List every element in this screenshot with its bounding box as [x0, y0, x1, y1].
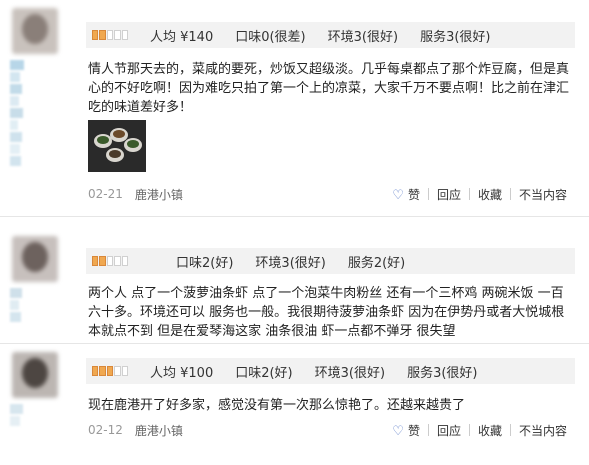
- report-button[interactable]: 不当内容: [511, 422, 575, 439]
- review-text: 现在鹿港开了好多家，感觉没有第一次那么惊艳了。还越来越贵了: [88, 398, 466, 413]
- environment-rating: 环境3(很好): [314, 365, 386, 381]
- taste-rating: 口味2(好): [176, 255, 234, 271]
- like-label: 赞: [407, 423, 420, 438]
- rating-bar: 口味2(好) 环境3(很好) 服务2(好): [86, 248, 575, 274]
- blurred-username: [10, 288, 26, 324]
- review-photo[interactable]: [88, 120, 146, 172]
- service-rating: 服务3(很好): [420, 29, 491, 45]
- shop-link[interactable]: 鹿港小镇: [135, 422, 183, 439]
- star-rating: [92, 30, 129, 40]
- taste-rating: 口味2(好): [235, 365, 293, 381]
- like-label: 赞: [407, 187, 420, 202]
- heart-icon: ♡: [392, 423, 404, 439]
- report-button[interactable]: 不当内容: [511, 186, 575, 203]
- review-actions: ♡ 赞 回应 收藏 不当内容: [384, 422, 575, 439]
- service-rating: 服务2(好): [347, 255, 406, 271]
- blurred-username: [10, 60, 26, 168]
- rating-bar: 人均 ¥100 口味2(好) 环境3(很好) 服务3(很好): [86, 358, 575, 384]
- heart-icon: ♡: [392, 187, 404, 203]
- review-text: 情人节那天去的，菜咸的要死，炒饭又超级淡。几乎每桌都点了那个炸豆腐，但是真心的不…: [88, 62, 570, 115]
- environment-rating: 环境3(很好): [327, 29, 399, 45]
- review-date: 02-21: [88, 187, 123, 201]
- review-text: 两个人 点了一个菠萝油条虾 点了一个泡菜牛肉粉丝 还有一个三杯鸡 两碗米饭 一百…: [88, 286, 565, 339]
- review-date: 02-12: [88, 423, 123, 437]
- shop-link[interactable]: 鹿港小镇: [135, 186, 183, 203]
- like-button[interactable]: ♡ 赞: [384, 422, 428, 439]
- like-button[interactable]: ♡ 赞: [384, 186, 428, 203]
- taste-rating: 口味0(很差): [235, 29, 306, 45]
- review-footer: 02-12 鹿港小镇 ♡ 赞 回应 收藏 不当内容: [88, 419, 575, 441]
- divider: [0, 216, 589, 217]
- favorite-button[interactable]: 收藏: [470, 186, 510, 203]
- divider: [0, 343, 589, 344]
- rating-bar: 人均 ¥140 口味0(很差) 环境3(很好) 服务3(很好): [86, 22, 575, 48]
- reply-button[interactable]: 回应: [429, 186, 469, 203]
- blurred-username: [10, 404, 26, 428]
- avatar[interactable]: [12, 352, 58, 398]
- reply-button[interactable]: 回应: [429, 422, 469, 439]
- favorite-button[interactable]: 收藏: [470, 422, 510, 439]
- star-rating: [92, 256, 129, 266]
- avg-price: 人均 ¥100: [150, 365, 214, 381]
- avg-price: 人均 ¥140: [150, 29, 214, 45]
- avatar[interactable]: [12, 8, 58, 54]
- avatar[interactable]: [12, 236, 58, 282]
- environment-rating: 环境3(很好): [255, 255, 326, 271]
- service-rating: 服务3(很好): [407, 365, 478, 381]
- review-actions: ♡ 赞 回应 收藏 不当内容: [384, 186, 575, 203]
- review-footer: 02-21 鹿港小镇 ♡ 赞 回应 收藏 不当内容: [88, 183, 575, 205]
- star-rating: [92, 366, 129, 376]
